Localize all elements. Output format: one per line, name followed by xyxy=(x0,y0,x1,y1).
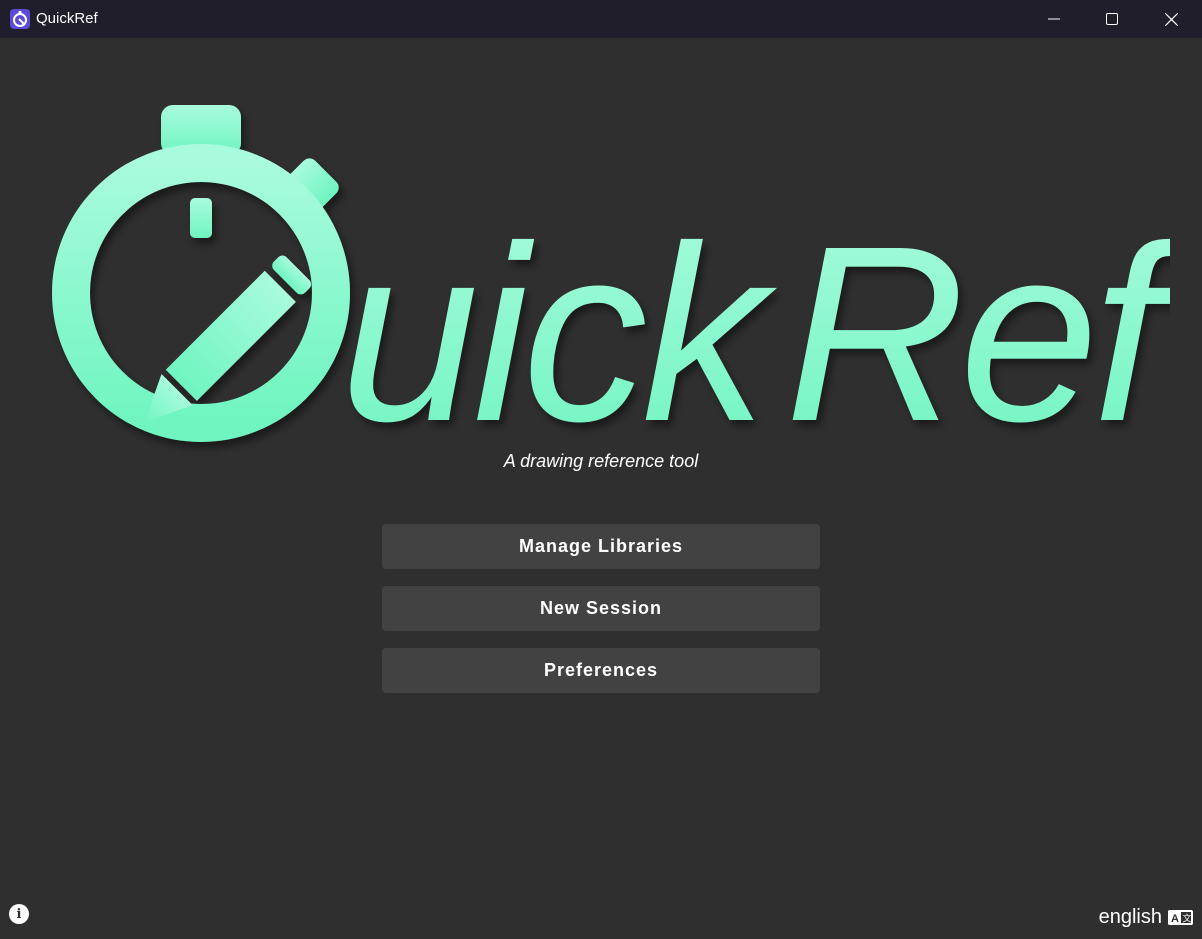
title-bar: QuickRef xyxy=(0,0,1202,38)
quickref-logo: uick Ref xyxy=(52,105,1170,455)
window-title: QuickRef xyxy=(36,10,98,27)
language-label: english xyxy=(1098,905,1162,928)
close-icon xyxy=(1164,12,1178,26)
close-button[interactable] xyxy=(1142,0,1200,38)
preferences-button[interactable]: Preferences xyxy=(382,648,820,693)
svg-text:A: A xyxy=(1171,913,1179,925)
minimize-icon xyxy=(1048,18,1060,20)
logo-wordmark-ref: Ref xyxy=(785,194,1170,455)
app-logo-icon xyxy=(10,9,30,29)
stopwatch-pencil-icon xyxy=(52,105,350,442)
translate-icon: A 文 xyxy=(1168,909,1193,925)
maximize-button[interactable] xyxy=(1083,0,1141,38)
minimize-button[interactable] xyxy=(1025,0,1083,38)
tagline: A drawing reference tool xyxy=(503,451,699,471)
maximize-icon xyxy=(1106,13,1118,25)
new-session-button[interactable]: New Session xyxy=(382,586,820,631)
info-icon[interactable]: i xyxy=(9,904,29,924)
svg-text:文: 文 xyxy=(1183,912,1192,924)
language-selector[interactable]: english A 文 xyxy=(1099,905,1193,929)
logo-wordmark-uick: uick xyxy=(340,194,778,455)
manage-libraries-button[interactable]: Manage Libraries xyxy=(382,524,820,569)
